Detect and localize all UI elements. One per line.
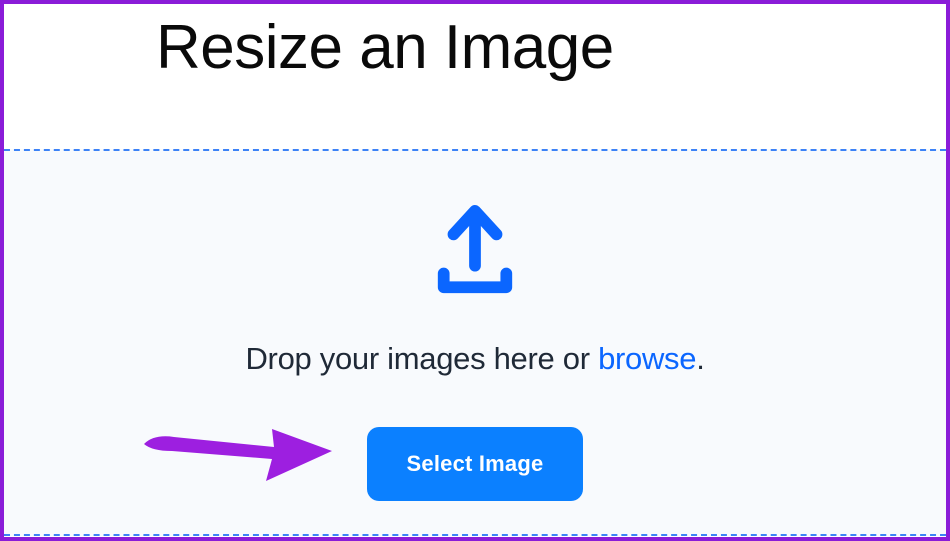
browse-link[interactable]: browse	[598, 341, 696, 376]
page-title: Resize an Image	[156, 12, 614, 83]
select-image-button[interactable]: Select Image	[367, 427, 584, 501]
upload-icon	[430, 201, 520, 301]
header-region: Resize an Image	[4, 4, 946, 149]
dropzone-instruction: Drop your images here or browse.	[245, 341, 704, 377]
app-frame: Resize an Image Drop your images here or…	[0, 0, 950, 541]
dropzone-instruction-suffix: .	[696, 341, 704, 376]
image-dropzone[interactable]: Drop your images here or browse. Select …	[4, 149, 946, 536]
dropzone-instruction-prefix: Drop your images here or	[245, 341, 598, 376]
